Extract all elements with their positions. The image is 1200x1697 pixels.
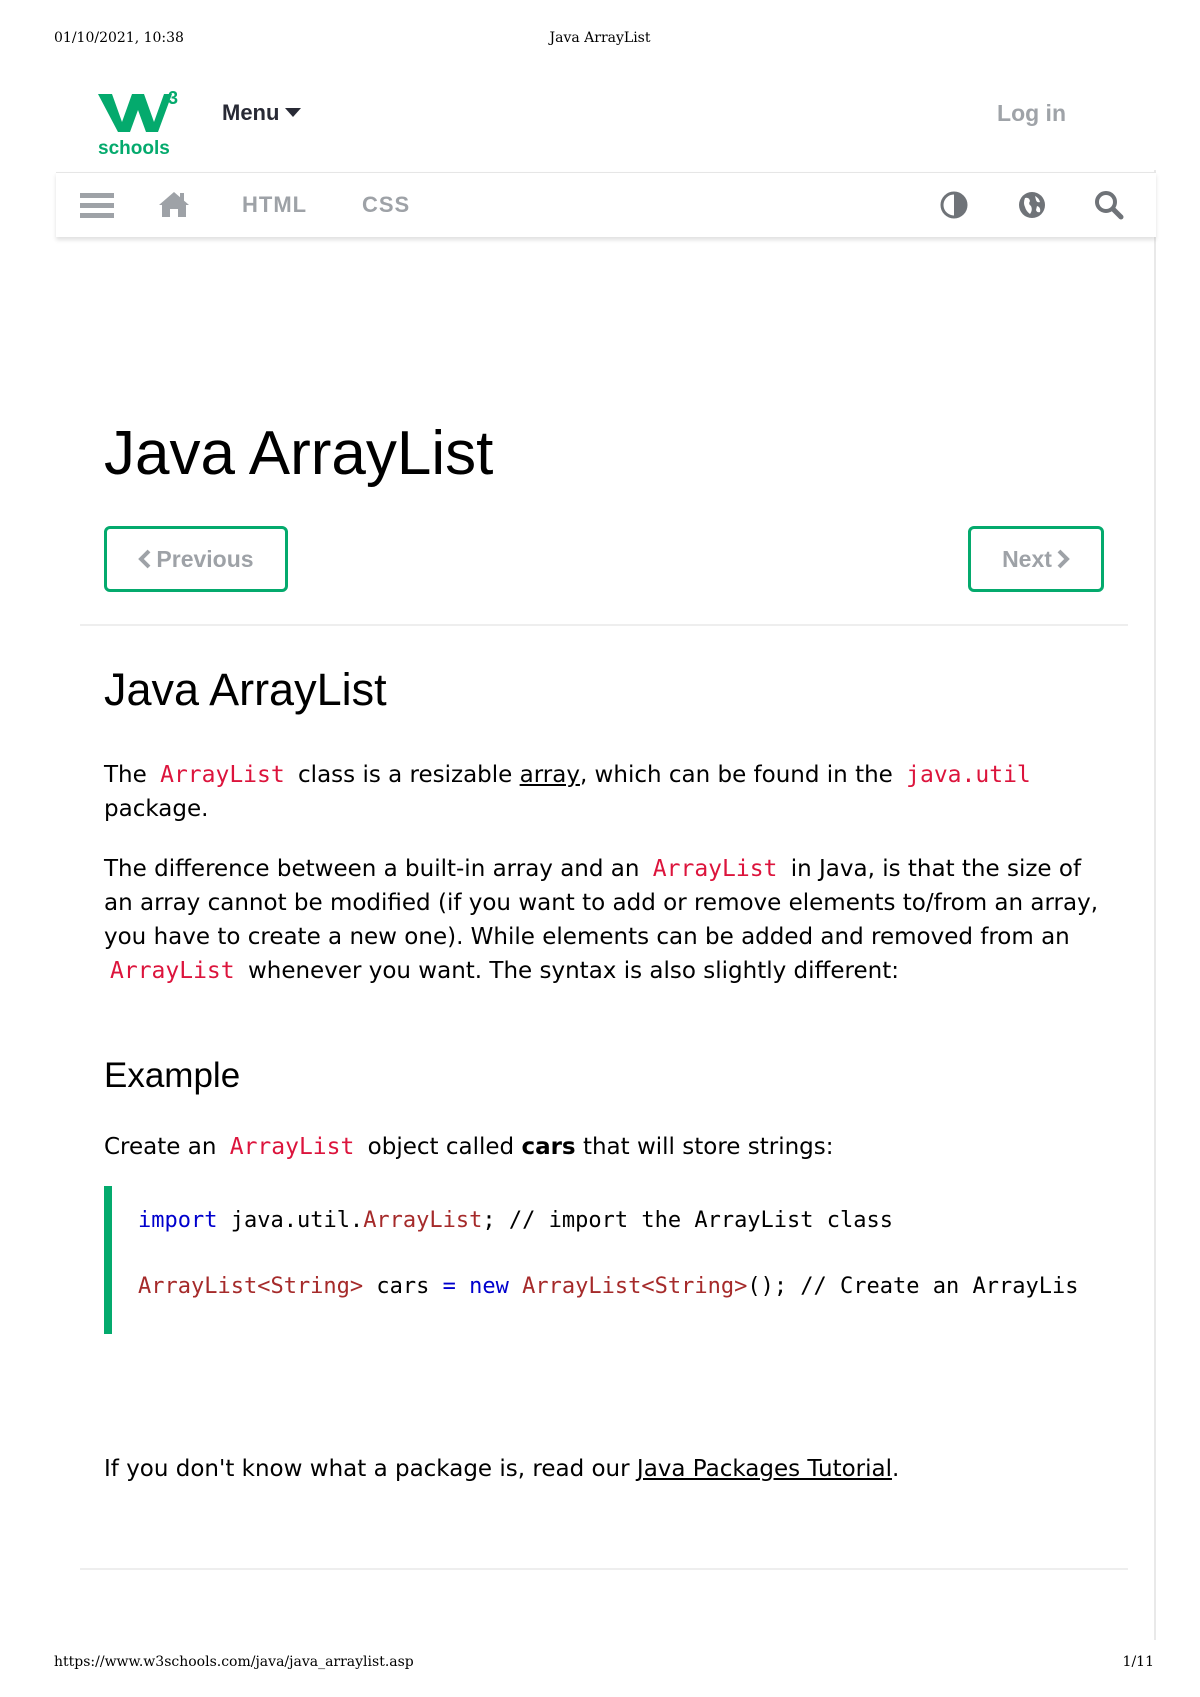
code-text: cars [363,1274,443,1299]
hamburger-icon[interactable] [80,191,114,221]
nav-link-css[interactable]: CSS [362,192,410,218]
svg-text:3: 3 [168,88,178,108]
text: package. [104,796,209,822]
array-link[interactable]: array [520,762,580,788]
w3schools-logo[interactable]: 3 schools [98,82,188,162]
inline-code: ArrayList [160,762,285,788]
divider-top [80,624,1128,626]
code-type: ArrayList<String> [138,1274,364,1299]
print-url: https://www.w3schools.com/java/java_arra… [54,1654,414,1670]
code-type: ArrayList [363,1208,483,1233]
text: The difference between a built-in array … [104,856,640,882]
text: whenever you want. The syntax is also sl… [247,958,899,984]
code-line-2: ArrayList<String> cars = new ArrayList<S… [138,1274,1078,1299]
globe-icon[interactable] [1018,191,1046,219]
example-description: Create an ArrayList object called cars t… [104,1130,1104,1164]
next-button[interactable]: Next [968,526,1104,592]
inline-code: ArrayList [110,958,235,984]
divider-bottom [80,1568,1128,1570]
nav-link-html[interactable]: HTML [242,192,307,218]
previous-label: Previous [156,545,254,572]
code-example: import java.util.ArrayList; // import th… [104,1186,1112,1334]
svg-text:schools: schools [98,138,170,159]
print-title: Java ArrayList [549,30,651,46]
inline-code: ArrayList [229,1134,355,1160]
text: Create an [104,1134,217,1160]
text: The [104,762,147,788]
inline-code: ArrayList [652,856,778,882]
text: If you don't know what a package is, rea… [104,1456,630,1482]
login-button[interactable]: Log in [997,100,1066,127]
menu-button[interactable]: Menu [222,100,302,126]
java-packages-tutorial-link[interactable]: Java Packages Tutorial [637,1456,892,1482]
search-icon[interactable] [1094,190,1124,220]
code-keyword: new [469,1274,509,1299]
menu-label: Menu [222,100,280,125]
page-title: Java ArrayList [104,419,494,488]
next-label: Next [1002,545,1052,572]
intro-paragraph: The ArrayList class is a resizable array… [104,758,1104,826]
code-operator: = [442,1274,456,1299]
text: that will store strings: [582,1134,834,1160]
chevron-right-icon [1057,549,1070,569]
chevron-left-icon [138,549,151,569]
top-bar: 3 schools Menu Log in [56,70,1156,170]
code-line-1: import java.util.ArrayList; // import th… [138,1208,893,1233]
text: , which can be found in the [579,762,893,788]
inline-code: java.util [906,762,1031,788]
difference-paragraph: The difference between a built-in array … [104,852,1104,988]
packages-paragraph: If you don't know what a package is, rea… [104,1452,1104,1486]
section-title: Java ArrayList [104,664,387,715]
contrast-icon[interactable] [940,191,968,219]
home-icon[interactable] [158,190,190,218]
code-keyword: import [138,1208,218,1233]
text: class is a resizable [298,762,513,788]
code-text: (); // Create an ArrayLis [747,1274,1079,1299]
w3-logo-mark: 3 schools [98,88,178,159]
text: . [891,1456,900,1482]
code-text: java.util. [217,1208,364,1233]
text: object called [367,1134,515,1160]
previous-button[interactable]: Previous [104,526,288,592]
code-type: ArrayList<String> [522,1274,748,1299]
code-text: ; // import the ArrayList class [482,1208,894,1233]
bold-text: cars [521,1134,576,1160]
nav-bar: HTML CSS [56,172,1156,237]
example-title: Example [104,1056,241,1095]
print-page-number: 1/11 [1122,1654,1154,1670]
caret-down-icon [285,108,302,117]
